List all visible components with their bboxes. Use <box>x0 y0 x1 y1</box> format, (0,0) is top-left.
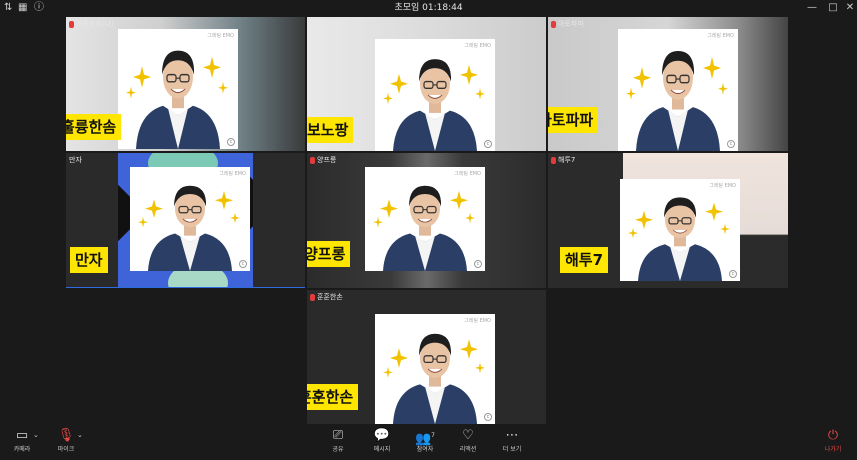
nickname-label: 훌륭한솜 <box>66 114 122 140</box>
participant-photo: 그레팅 EMO c <box>375 314 495 424</box>
share-label: 공유 <box>332 446 344 453</box>
nickname-label: 아토파파 <box>548 107 599 133</box>
nickname-label: 만자 <box>70 247 108 273</box>
participant-photo: 그레팅 EMO c <box>375 39 495 151</box>
title-bar: ⇅ ▦ ⓘ 초모임 01:18:44 — □ ✕ <box>0 0 857 16</box>
participant-photo: 그레팅 EMO c <box>620 179 740 281</box>
participant-name-text: 훌륭한솜(나) <box>76 20 114 28</box>
participant-name-text: 해투7 <box>558 156 576 164</box>
participant-photo: 그레팅 EMO c <box>618 29 738 151</box>
mic-muted-icon <box>551 20 556 28</box>
video-tile[interactable]: 보노팡(호스트) 그레팅 EMO c 보노팡 <box>307 17 546 151</box>
reaction-button[interactable]: ♡ 리액션 <box>450 426 486 460</box>
cc-icon: c <box>729 270 737 278</box>
participant-name: 훌륭한솜(나) <box>69 19 114 29</box>
cc-icon: c <box>227 138 235 146</box>
participants-icon: 👥7 <box>414 431 435 447</box>
nickname-label: 훈훈한손 <box>307 384 359 410</box>
video-tile[interactable]: 훌륭한솜(나) 그레팅 EMO c 훌륭한솜 <box>66 17 305 151</box>
more-label: 더 보기 <box>502 446 522 453</box>
participant-name: 양프롱 <box>310 155 336 165</box>
video-tile[interactable]: 해투7 그레팅 EMO c 해투7 <box>548 153 788 288</box>
leave-label: 나가기 <box>824 446 842 453</box>
nickname-label: 양프롱 <box>307 241 351 267</box>
participant-name: 아토파파 <box>551 19 584 29</box>
participant-name-text: 만자 <box>69 156 82 164</box>
mic-muted-icon <box>310 156 315 164</box>
mic-label: 마이크 <box>57 446 75 453</box>
participant-name-text: 양프롱 <box>317 156 337 164</box>
mic-options-chevron-icon[interactable]: ⌄ <box>77 431 83 439</box>
window-title: 초모임 01:18:44 <box>394 3 463 13</box>
participant-photo: 그레팅 EMO c <box>130 167 250 271</box>
video-tile[interactable]: 양프롱 그레팅 EMO c 양프롱 <box>307 153 546 288</box>
reaction-label: 리액션 <box>459 446 477 453</box>
participant-photo: 그레팅 EMO c <box>365 167 485 271</box>
participant-name: 만자 <box>69 155 82 165</box>
meeting-toolbar: ▭ 카메라 ⌄ 🎙 마이크 ⌄ ⎚ 공유 💬 메시지 👥7 참여자 ♡ 리액션 … <box>0 426 857 460</box>
participant-name-text: 훈훈한손 <box>317 293 343 301</box>
participant-name: 보노팡(호스트) <box>310 19 354 29</box>
nickname-label: 해투7 <box>560 247 609 273</box>
minimize-button[interactable]: — <box>804 0 820 16</box>
share-button[interactable]: ⎚ 공유 <box>320 426 356 460</box>
cc-icon: c <box>474 260 482 268</box>
video-tile[interactable]: 아토파파 그레팅 EMO c 아토파파 <box>548 17 788 151</box>
cc-icon: c <box>484 140 492 148</box>
video-tile[interactable]: 만자 그레팅 EMO c 만자 <box>66 153 305 288</box>
message-label: 메시지 <box>373 446 391 453</box>
more-button[interactable]: ⋯ 더 보기 <box>494 426 530 460</box>
cc-icon: c <box>484 413 492 421</box>
participant-name-text: 아토파파 <box>558 20 584 28</box>
cc-icon: c <box>239 260 247 268</box>
mic-muted-icon <box>69 20 74 28</box>
nickname-label: 보노팡 <box>307 117 354 143</box>
participants-button[interactable]: 👥7 참여자 <box>407 426 443 460</box>
participants-count: 7 <box>431 432 435 439</box>
video-tile[interactable]: 훈훈한손 그레팅 EMO c 훈훈한손 <box>307 290 546 424</box>
share-screen-icon: ⎚ <box>332 428 344 443</box>
more-icon: ⋯ <box>505 428 519 443</box>
participant-name: 해투7 <box>551 155 575 165</box>
message-button[interactable]: 💬 메시지 <box>364 426 400 460</box>
camera-options-chevron-icon[interactable]: ⌄ <box>33 431 39 439</box>
chat-icon: 💬 <box>373 428 391 443</box>
participant-name: 훈훈한손 <box>310 292 343 302</box>
camera-label: 카메라 <box>13 446 31 453</box>
mic-muted-icon <box>551 156 556 164</box>
heart-icon: ♡ <box>462 428 474 443</box>
participant-name-text: 보노팡(호스트) <box>310 20 355 28</box>
participants-label: 참여자 <box>416 446 434 453</box>
cc-icon: c <box>727 140 735 148</box>
maximize-button[interactable]: □ <box>825 0 841 16</box>
leave-icon: ⏻ <box>827 428 839 443</box>
leave-button[interactable]: ⏻ 나가기 <box>815 426 851 460</box>
participant-photo: 그레팅 EMO c <box>118 29 238 149</box>
mic-muted-icon <box>310 293 315 301</box>
close-button[interactable]: ✕ <box>842 0 857 16</box>
